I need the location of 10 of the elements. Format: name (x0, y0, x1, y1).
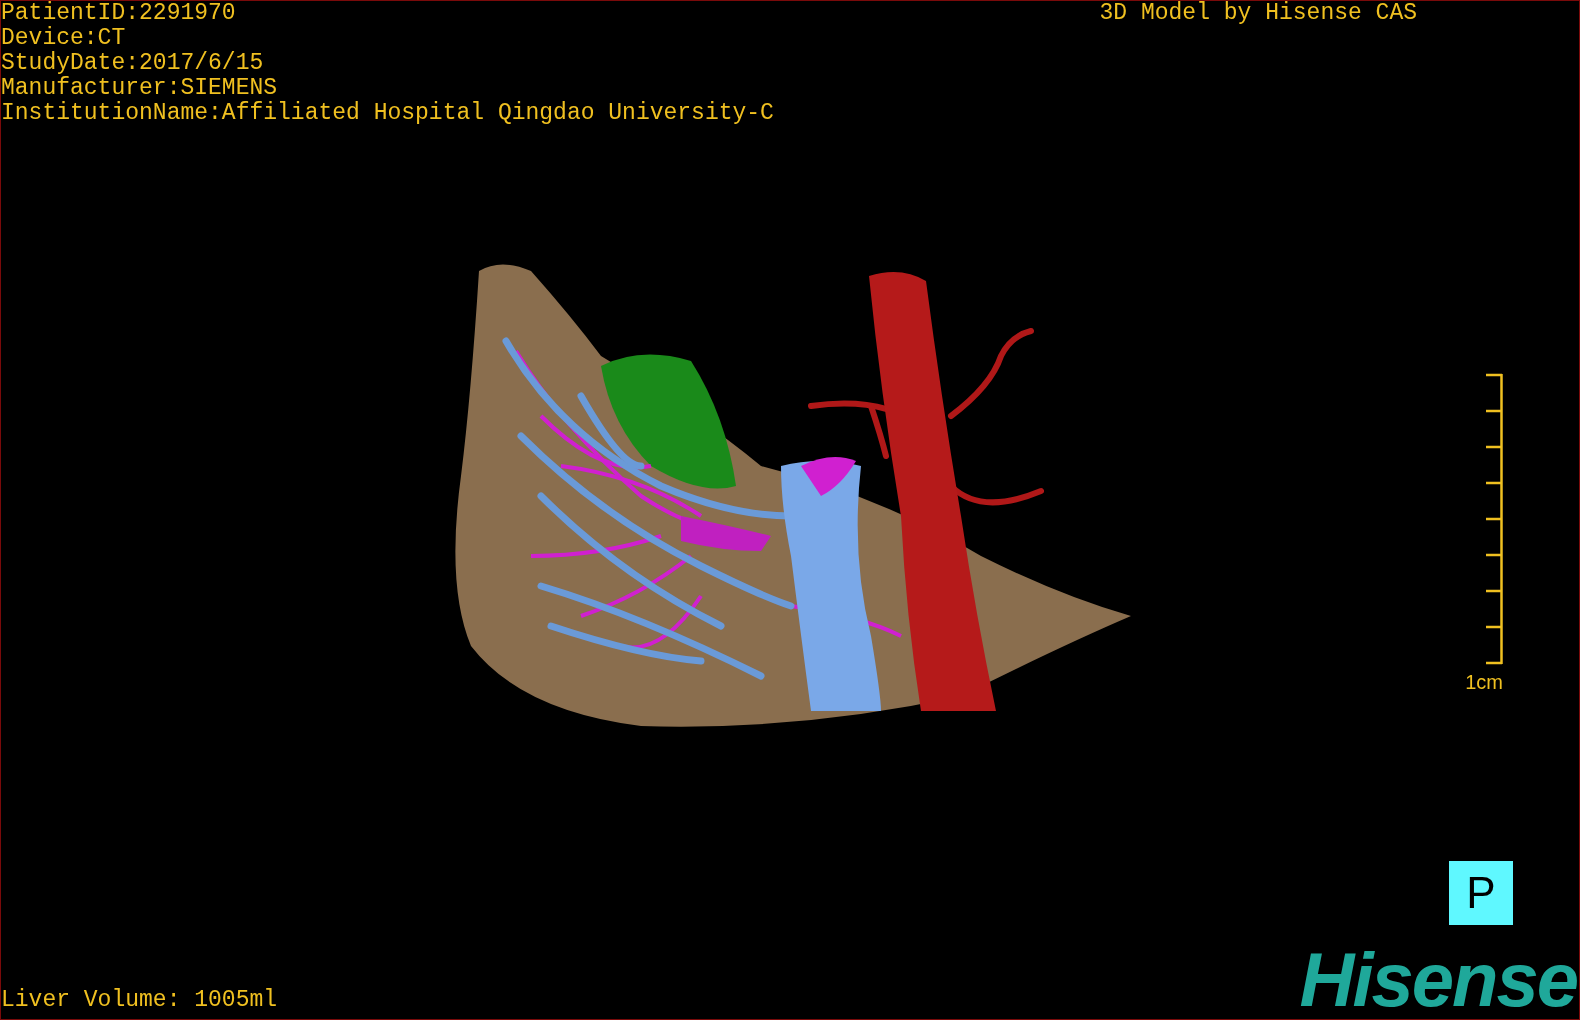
study-info-line: Device:CT (1, 26, 127, 51)
scale-label: 1cm (1465, 670, 1503, 695)
model-credit-text: 3D Model by Hisense CAS (1099, 1, 1417, 28)
study-info-line: StudyDate:2017/6/15 (1, 51, 265, 76)
study-info-line: InstitutionName:Affiliated Hospital Qingdao University-C (1, 101, 774, 126)
orientation-marker: P (1449, 861, 1513, 925)
liver-volume-text: Liver Volume: 1005ml (1, 988, 278, 1013)
logo: Hisense (1299, 947, 1577, 1013)
study-info-line: Manufacturer:SIEMENS (1, 76, 279, 101)
study-info-line: PatientID:2291970 (1, 1, 237, 26)
